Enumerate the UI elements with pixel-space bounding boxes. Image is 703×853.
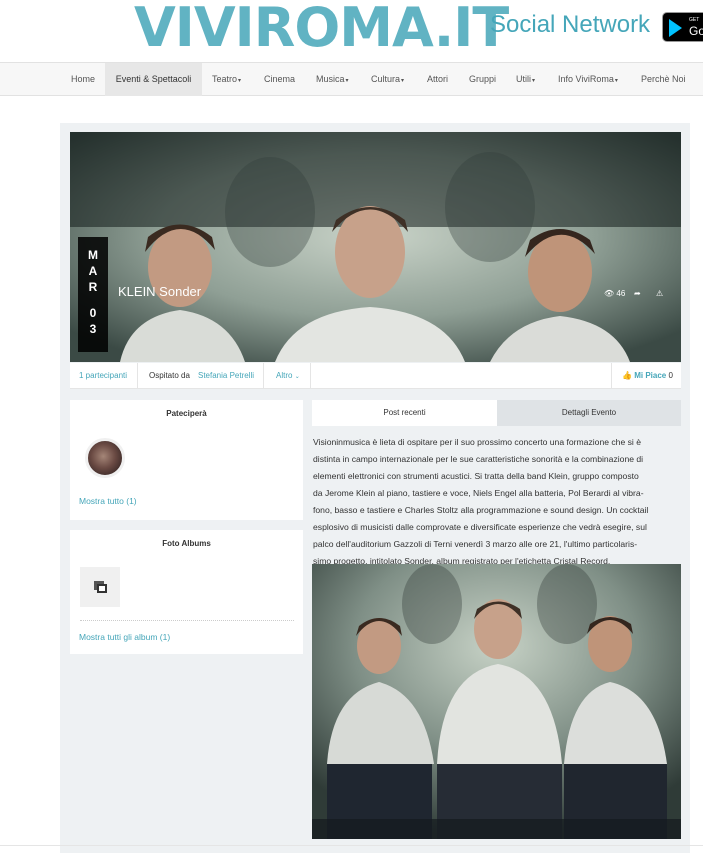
album-images-icon <box>94 581 107 593</box>
store-badge-name: Go <box>689 24 703 38</box>
like-button[interactable]: 👍 Mi Piace 0 <box>622 363 673 389</box>
caret-down-icon: ▾ <box>532 78 536 84</box>
divider <box>137 363 138 389</box>
nav-musica[interactable]: Musica▾ <box>314 63 351 96</box>
event-description: Visioninmusica è lieta di ospitare per i… <box>313 434 681 570</box>
main-nav: Home Eventi & Spettacoli Teatro▾ Cinema … <box>0 62 703 96</box>
chevron-down-icon: ⌄ <box>294 374 300 380</box>
nav-teatro[interactable]: Teatro▾ <box>210 63 243 96</box>
divider <box>80 620 294 621</box>
attending-title: Pateciperà <box>166 409 207 418</box>
thumbs-up-icon: 👍 <box>622 371 632 380</box>
participants-link[interactable]: 1 partecipanti <box>79 363 127 389</box>
play-store-icon <box>669 19 682 37</box>
date-day-digit: 3 <box>89 322 97 336</box>
description-line: Visioninmusica è lieta di ospitare per i… <box>313 437 642 447</box>
divider <box>310 363 311 389</box>
tab-recent-posts[interactable]: Post recenti <box>312 400 497 426</box>
cover-photo <box>70 132 681 362</box>
nav-utili[interactable]: Utili▾ <box>514 63 537 96</box>
show-all-attendees-link[interactable]: Mostra tutto (1) <box>79 496 137 506</box>
footer-divider <box>0 845 703 846</box>
divider <box>263 363 264 389</box>
nav-attori[interactable]: Attori <box>425 63 450 96</box>
nav-eventi-spettacoli[interactable]: Eventi & Spettacoli <box>105 63 202 96</box>
date-month-letter: R <box>88 280 98 294</box>
hosted-by-label: Ospitato da <box>149 371 190 380</box>
nav-gruppi[interactable]: Gruppi <box>467 63 498 96</box>
nav-cinema[interactable]: Cinema <box>262 63 297 96</box>
band-photo <box>312 564 681 839</box>
host-name-link[interactable]: Stefania Petrelli <box>198 363 254 389</box>
site-logo[interactable]: VIVIROMA.IT <box>134 0 509 58</box>
caret-down-icon: ▾ <box>401 78 405 84</box>
views-counter: 👁 46 <box>604 289 626 298</box>
event-title: KLEIN Sonder <box>118 284 202 299</box>
date-day-digit: 0 <box>89 306 97 320</box>
site-header: VIVIROMA.IT Social Network GET Go <box>0 0 703 62</box>
nav-cultura[interactable]: Cultura▾ <box>369 63 406 96</box>
photo-albums-title: Foto Albums <box>162 539 211 548</box>
description-line: distinta in campo internazionale per le … <box>313 454 644 464</box>
event-post-photo[interactable] <box>312 564 681 839</box>
google-play-badge[interactable]: GET Go <box>662 12 703 42</box>
store-badge-top-text: GET <box>689 17 700 23</box>
share-icon[interactable]: ➦ <box>634 289 641 298</box>
report-warning-icon[interactable]: ⚠ <box>656 289 663 298</box>
nav-home[interactable]: Home <box>66 63 100 96</box>
description-line: elementi elettronici con strumenti acust… <box>313 471 639 481</box>
description-line: palco dell'auditorium Gazzoli di Terni v… <box>313 539 638 549</box>
caret-down-icon: ▾ <box>345 78 349 84</box>
event-cover-image <box>70 132 681 362</box>
caret-down-icon: ▾ <box>614 78 618 84</box>
attendee-avatar[interactable] <box>85 438 125 478</box>
date-month-letter: M <box>88 248 98 262</box>
caret-down-icon: ▾ <box>238 78 242 84</box>
album-thumbnail[interactable] <box>80 567 120 607</box>
divider <box>611 363 612 389</box>
nav-perche-noi[interactable]: Perchè Noi <box>639 63 688 96</box>
more-dropdown[interactable]: Altro ⌄ <box>276 363 300 389</box>
nav-info-viviroma[interactable]: Info ViviRoma▾ <box>556 63 620 96</box>
description-line: esplosivo di musicisti dalle comprovate … <box>313 522 647 532</box>
site-tagline: Social Network <box>490 11 651 38</box>
show-all-albums-link[interactable]: Mostra tutti gli album (1) <box>79 632 170 642</box>
tab-event-details[interactable]: Dettagli Evento <box>497 400 681 426</box>
eye-icon: 👁 <box>604 289 615 298</box>
description-line: fono, basso e tastiere e Charles Stoltz … <box>313 505 649 515</box>
event-info-bar: 1 partecipanti Ospitato da Stefania Petr… <box>70 363 681 389</box>
date-month-letter: A <box>88 264 98 278</box>
description-line: da Jerome Klein al piano, tastiere e voc… <box>313 488 644 498</box>
event-date-badge: M A R 0 3 <box>78 237 108 352</box>
